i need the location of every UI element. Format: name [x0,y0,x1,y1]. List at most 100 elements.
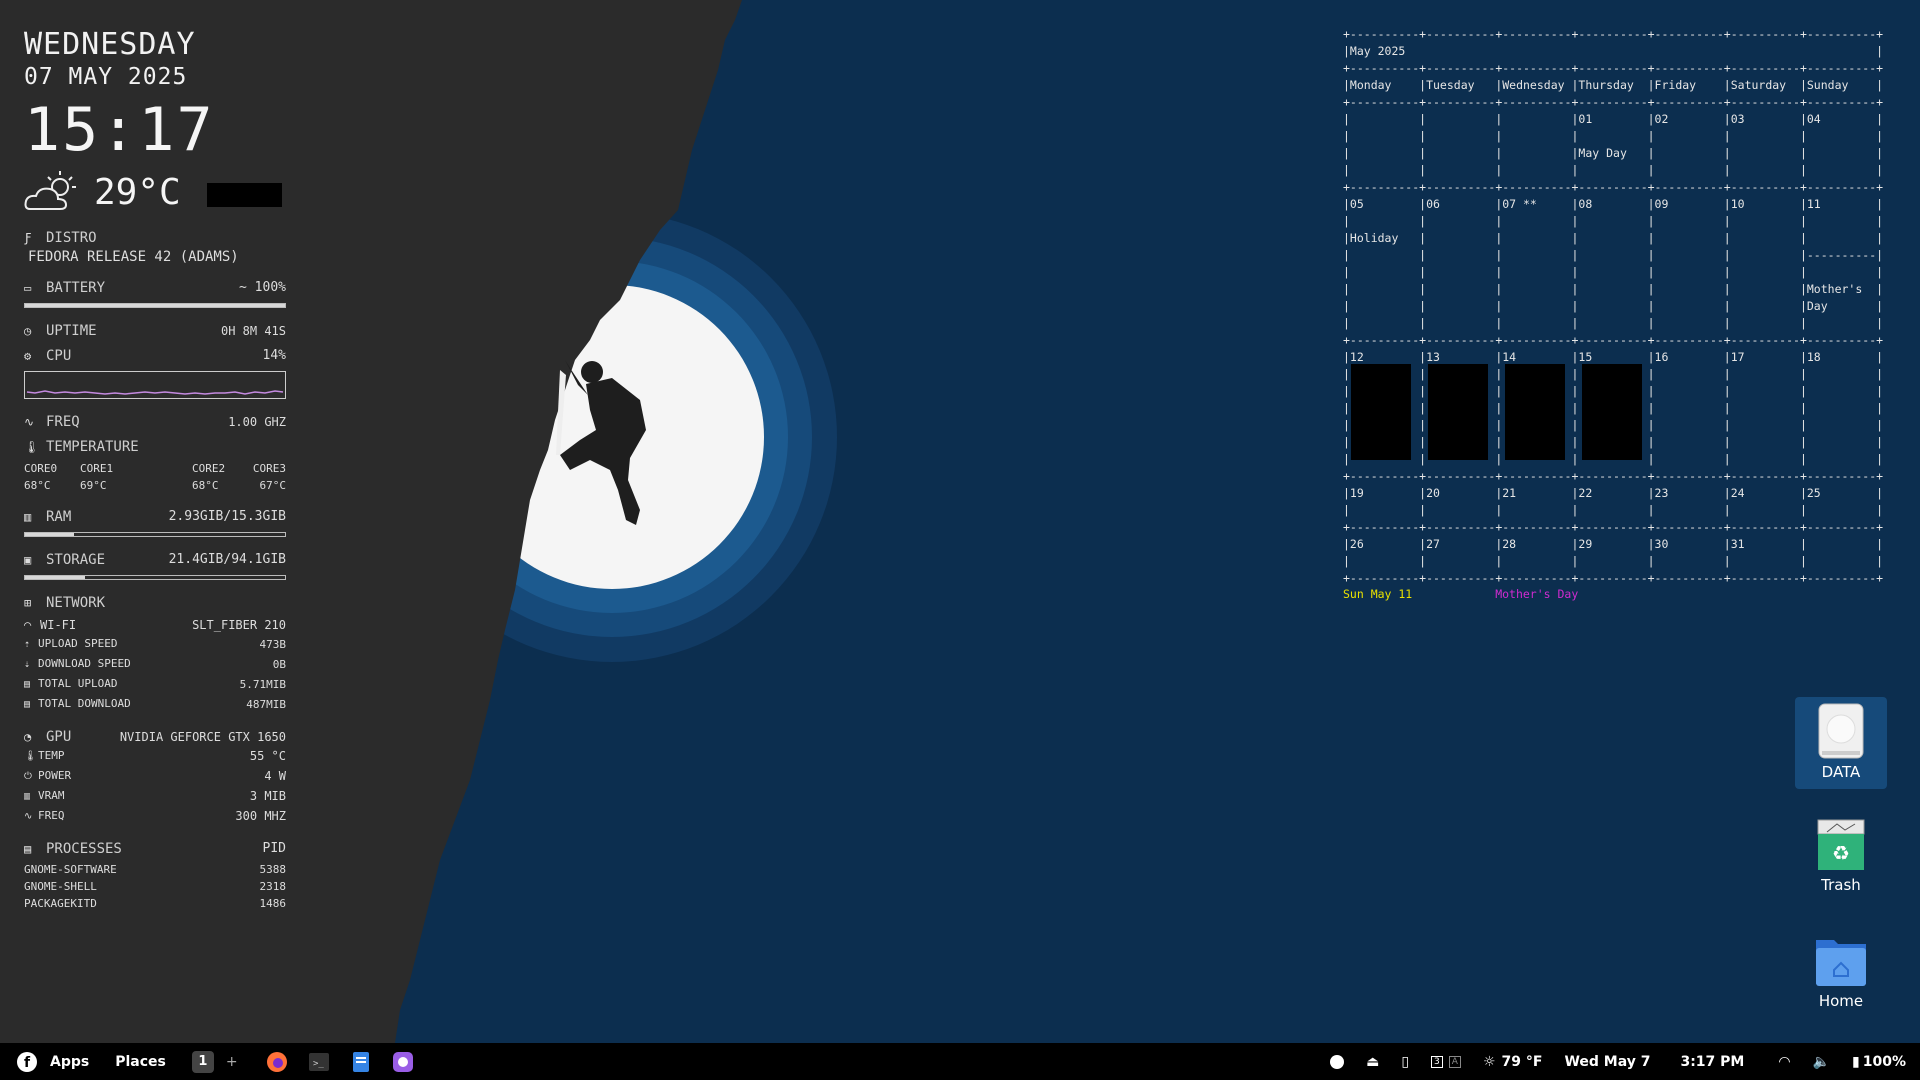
battery-bar [24,303,286,308]
battery-value: ~ 100% [239,280,286,295]
places-label: Places [115,1053,166,1070]
gpu-vram-value: 3 MIB [249,788,286,803]
ram-bar-fill [25,533,75,536]
process-name: GNOME-SOFTWARE [24,863,117,876]
svg-text:>_: >_ [313,1059,324,1069]
apps-label: Apps [50,1053,90,1070]
battery-icon: ▭ [24,281,32,295]
total-upload-value: 5.71MIB [239,677,286,691]
core2-value: 68°C [192,479,219,492]
ram-label: RAM [46,509,72,525]
download-value: 0B [272,657,286,671]
processes-label: PROCESSES [46,841,122,857]
gpu-power-label: POWER [38,769,72,782]
ram-section: ▥ RAM 2.93GIB/15.3GIB [24,508,286,537]
add-workspace-button[interactable]: + [226,1043,238,1080]
process-row: GNOME-SOFTWARE 5388 [24,861,286,878]
calendar-cell-line: | | | | | | | | [1343,129,1884,143]
process-row: PACKAGEKITD 1486 [24,895,286,912]
wifi-status-icon[interactable]: ◠ [1778,1054,1790,1070]
cpu-graph [24,371,286,399]
calendar-border: +----------+----------+----------+------… [1343,95,1884,109]
places-menu[interactable]: Places [115,1043,166,1080]
desktop-icon-home[interactable]: Home [1795,934,1887,1010]
battery-indicator[interactable]: ▮ 100% [1852,1054,1906,1070]
calendar-week-row: |05 |06 |07 ** |08 |09 |10 |11 | [1343,197,1884,211]
keyboard-layout-icon: 3 [1431,1055,1443,1068]
eject-icon[interactable]: ⏏ [1366,1054,1379,1070]
weather-indicator[interactable]: ☼ 79 °F [1483,1054,1542,1070]
ram-value: 2.93GIB/15.3GIB [168,509,286,524]
download-label: DOWNLOAD SPEED [38,657,131,670]
calendar-redacted-cell [1428,364,1488,460]
core0-value: 68°C [24,479,51,492]
calendar-cell-line: | | | | | | |Day | [1343,299,1884,313]
core0: CORE0 68°C [24,460,80,494]
desktop-icon-data[interactable]: DATA [1795,697,1887,789]
volume-muted-icon[interactable]: 🔈 [1813,1054,1830,1070]
memory-icon: ▥ [24,791,31,802]
battery-bar-fill [25,304,285,307]
uptime-section: ◷ UPTIME 0H 8M 41S ⚙ CPU 14% [24,322,286,399]
distro-label: DISTRO [46,230,97,246]
chat-app-icon[interactable] [392,1051,414,1073]
calendar-cell-line: | | | | | | |----------| [1343,248,1884,262]
ram-icon: ▥ [24,510,32,524]
total-upload-label: TOTAL UPLOAD [38,677,118,690]
power-plug-icon: ⏻ [24,771,32,782]
storage-value: 21.4GIB/94.1GIB [168,552,286,567]
process-pid: 5388 [259,863,287,876]
process-name: GNOME-SHELL [24,880,97,893]
desktop-icon-trash[interactable]: ♻ Trash [1795,818,1887,894]
core3: CORE3 67°C [248,460,286,494]
storage-bar [24,575,286,580]
wifi-label: WI-FI [40,618,77,632]
clipboard-icon[interactable]: ▯ [1401,1054,1409,1070]
fedora-icon: ƒ [24,231,32,245]
calendar-border: +----------+----------+----------+------… [1343,520,1884,534]
calendar-redacted-cell [1351,364,1411,460]
taskbar-weather: 79 °F [1501,1053,1543,1070]
taskbar-battery-icon: ▮ [1852,1053,1860,1070]
process-icon: ▤ [24,842,32,856]
calendar-border: +----------+----------+----------+------… [1343,469,1884,483]
calendar-cell-line: | | | | | | | | [1343,214,1884,228]
calendar-cell-line: | | | | | | | | [1343,503,1884,517]
record-indicator-icon[interactable] [1330,1054,1345,1069]
taskbar: f Apps Places 1 + >_ ⏏ ▯ 3A ☼ 79 °F Wed M… [0,1043,1920,1080]
storage-label: STORAGE [46,552,106,568]
distro-section: ƒ DISTRO FEDORA RELEASE 42 (ADAMS) [24,230,286,265]
text-editor-icon[interactable] [350,1051,372,1073]
gpu-label: GPU [46,729,72,745]
calendar-redacted-cell [1582,364,1642,460]
core0-label: CORE0 [24,462,58,475]
apps-menu-button[interactable]: f Apps [16,1043,89,1080]
conky-time: 15:17 [24,95,215,165]
wifi-value: SLT_FIBER 210 [192,618,286,632]
storage-bar-fill [25,576,85,579]
terminal-icon[interactable]: >_ [308,1051,330,1073]
wifi-icon: ◠ [24,618,32,632]
desktop-icon-label: Trash [1821,876,1861,894]
upload-label: UPLOAD SPEED [38,637,118,650]
core1-value: 69°C [80,479,107,492]
gpu-section: ◔ GPU NVIDIA GEFORCE GTX 1650 🌡TEMP 55 °C ⏻… [24,728,286,826]
taskbar-date[interactable]: Wed May 7 [1564,1054,1650,1070]
home-folder-icon [1816,940,1866,986]
upload-value: 473B [259,637,287,651]
calendar-border: +----------+----------+----------+------… [1343,333,1884,347]
redacted-block [206,183,282,207]
clock-icon: ◷ [24,324,32,338]
network-section: ⊞ NETWORK ◠ WI-FI SLT_FIBER 210 ⇡ UPLOAD SPE… [24,594,286,714]
workspace-indicator[interactable]: 1 [191,1043,214,1080]
svg-text:f: f [24,1055,31,1071]
taskbar-time[interactable]: 3:17 PM [1680,1054,1744,1070]
calendar-border: +----------+----------+----------+------… [1343,571,1884,585]
conky-date: 07 MAY 2025 [24,64,188,90]
keyboard-layout-indicator[interactable]: 3A [1431,1055,1461,1068]
calendar-weekdays: |Monday |Tuesday |Wednesday |Thursday |F… [1343,78,1884,92]
firefox-icon[interactable] [266,1051,288,1073]
workspace-button[interactable]: 1 [191,1050,214,1073]
freq-value: 1.00 GHZ [228,415,286,429]
core3-label: CORE3 [252,462,286,475]
